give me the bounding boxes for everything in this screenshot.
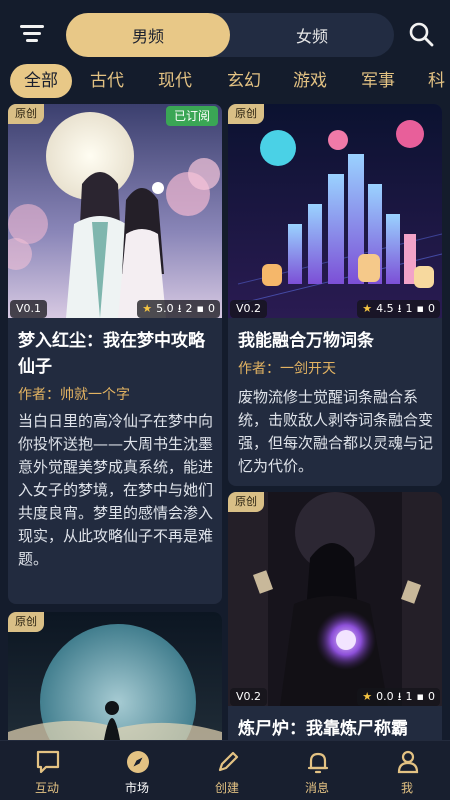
category-tabs: 全部 古代 现代 玄幻 游戏 军事 科 bbox=[0, 62, 450, 100]
download-icon: ⭳ bbox=[397, 690, 402, 703]
bell-icon bbox=[307, 752, 329, 774]
download-count: 1 bbox=[405, 302, 413, 315]
chat-bubble-icon bbox=[36, 750, 60, 774]
category-scifi[interactable]: 科 bbox=[428, 64, 445, 98]
user-icon bbox=[397, 750, 419, 774]
story-feed[interactable]: 原创 已订阅 V0.1 ★ 5.0 ⭳ 2 ▪ 0 梦入红尘：我在梦中攻略仙子 … bbox=[0, 104, 450, 740]
nav-create[interactable]: 创建 bbox=[182, 741, 272, 800]
comment-count: 0 bbox=[208, 302, 215, 315]
rating-value: 0.0 bbox=[376, 690, 394, 703]
story-stats: ★ 5.0 ⭳ 2 ▪ 0 bbox=[137, 300, 220, 318]
category-military[interactable]: 军事 bbox=[361, 64, 395, 98]
nav-label: 市场 bbox=[124, 781, 149, 795]
story-cover-image bbox=[8, 612, 222, 740]
nav-messages[interactable]: 消息 bbox=[272, 741, 362, 800]
comment-icon: ▪ bbox=[416, 690, 424, 703]
category-modern[interactable]: 现代 bbox=[158, 64, 192, 98]
star-icon: ★ bbox=[362, 302, 373, 315]
rating-value: 4.5 bbox=[376, 302, 394, 315]
download-icon: ⭳ bbox=[177, 302, 182, 315]
story-cover-image bbox=[228, 104, 442, 318]
nav-label: 互动 bbox=[34, 781, 59, 795]
story-description: 当白日里的高冷仙子在梦中向你投怀送抱——大周书生沈墨意外觉醒美梦成真系统，能进入… bbox=[18, 412, 214, 568]
star-icon: ★ bbox=[142, 302, 153, 315]
category-game[interactable]: 游戏 bbox=[293, 64, 327, 98]
original-badge: 原创 bbox=[228, 104, 264, 124]
nav-label: 创建 bbox=[214, 781, 239, 795]
story-stats: ★ 0.0 ⭳ 1 ▪ 0 bbox=[357, 688, 440, 706]
category-all[interactable]: 全部 bbox=[10, 64, 72, 98]
version-tag: V0.1 bbox=[10, 300, 48, 318]
pencil-icon bbox=[218, 751, 239, 772]
search-icon[interactable] bbox=[408, 21, 434, 47]
filter-menu-icon[interactable] bbox=[20, 22, 46, 44]
compass-icon bbox=[127, 751, 149, 773]
story-card[interactable]: 原创 V0.2 ★ 4.5 ⭳ 1 ▪ 0 我能融合万物词条 作者：一剑开天 废… bbox=[228, 104, 442, 486]
story-card[interactable]: 原创 bbox=[8, 612, 222, 740]
original-badge: 原创 bbox=[8, 104, 44, 124]
category-ancient[interactable]: 古代 bbox=[90, 64, 124, 98]
story-author: 作者：一剑开天 bbox=[238, 361, 336, 377]
gender-toggle: 男频 女频 bbox=[66, 13, 394, 57]
nav-me[interactable]: 我 bbox=[362, 741, 450, 800]
original-badge: 原创 bbox=[228, 492, 264, 512]
nav-label: 我 bbox=[400, 781, 413, 795]
story-title: 炼尸炉：我靠炼尸称霸 bbox=[238, 719, 408, 739]
comment-count: 0 bbox=[428, 690, 435, 703]
top-bar: 男频 女频 bbox=[0, 0, 450, 64]
story-author: 作者：帅就一个字 bbox=[18, 387, 130, 403]
comment-icon: ▪ bbox=[416, 302, 424, 315]
bottom-nav: 互动 市场 创建 消息 我 bbox=[0, 740, 450, 800]
story-card[interactable]: 原创 已订阅 V0.1 ★ 5.0 ⭳ 2 ▪ 0 梦入红尘：我在梦中攻略仙子 … bbox=[8, 104, 222, 604]
download-icon: ⭳ bbox=[397, 302, 402, 315]
nav-interact[interactable]: 互动 bbox=[2, 741, 92, 800]
category-fantasy[interactable]: 玄幻 bbox=[227, 64, 261, 98]
download-count: 1 bbox=[405, 690, 413, 703]
story-title: 梦入红尘：我在梦中攻略仙子 bbox=[18, 331, 205, 377]
story-title: 我能融合万物词条 bbox=[238, 331, 374, 351]
subscribed-badge: 已订阅 bbox=[165, 106, 218, 126]
nav-label: 消息 bbox=[304, 781, 329, 795]
star-icon: ★ bbox=[362, 690, 373, 703]
tab-male[interactable]: 男频 bbox=[66, 13, 230, 57]
original-badge: 原创 bbox=[8, 612, 44, 632]
version-tag: V0.2 bbox=[230, 300, 268, 318]
comment-count: 0 bbox=[428, 302, 435, 315]
comment-icon: ▪ bbox=[196, 302, 204, 315]
story-cover-image bbox=[228, 492, 442, 706]
version-tag: V0.2 bbox=[230, 688, 268, 706]
story-card[interactable]: 原创 V0.2 ★ 0.0 ⭳ 1 ▪ 0 炼尸炉：我靠炼尸称霸 bbox=[228, 492, 442, 740]
download-count: 2 bbox=[185, 302, 193, 315]
story-description: 废物流修士觉醒词条融合系统，击败敌人剥夺词条融合变强，但每次融合都以灵魂与记忆为… bbox=[238, 388, 434, 475]
nav-market[interactable]: 市场 bbox=[92, 741, 182, 800]
story-stats: ★ 4.5 ⭳ 1 ▪ 0 bbox=[357, 300, 440, 318]
rating-value: 5.0 bbox=[156, 302, 174, 315]
tab-female[interactable]: 女频 bbox=[230, 13, 394, 57]
story-cover-image bbox=[8, 104, 222, 318]
